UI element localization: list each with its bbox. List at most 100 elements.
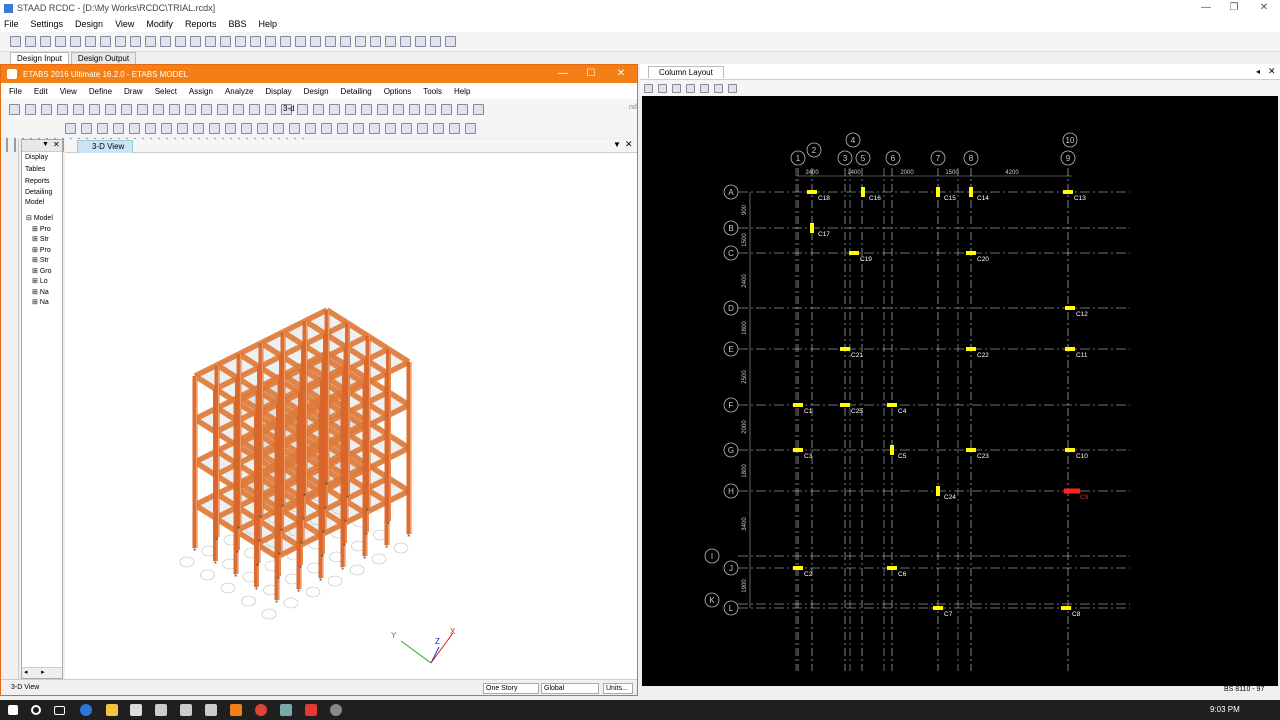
toolbar-tool-icon[interactable] xyxy=(310,36,321,47)
toolbar-tool-icon[interactable] xyxy=(41,103,52,115)
toolbar-tool-icon[interactable] xyxy=(417,122,428,134)
toolbar-tool-icon[interactable] xyxy=(137,103,148,115)
toolbar-tool-icon[interactable] xyxy=(305,122,316,134)
toolbar-tool-icon[interactable] xyxy=(249,103,260,115)
toolbar-tool-icon[interactable] xyxy=(400,36,411,47)
store-icon[interactable] xyxy=(130,704,142,716)
explorer-model[interactable]: Model xyxy=(25,198,62,208)
toolbar-tool-icon[interactable] xyxy=(193,122,204,134)
search-icon[interactable] xyxy=(31,705,41,715)
toolbar-tool-icon[interactable] xyxy=(209,122,220,134)
start-icon[interactable] xyxy=(8,705,18,715)
tree-node[interactable]: ⊞ Str xyxy=(32,235,62,246)
toolbar-tool-icon[interactable] xyxy=(355,36,366,47)
etabs-menu-tools[interactable]: Tools xyxy=(423,87,442,96)
toolbar-tool-icon[interactable] xyxy=(25,103,36,115)
tab-3d-view[interactable]: 3-D View xyxy=(77,140,134,153)
etabs-menu-define[interactable]: Define xyxy=(89,87,112,96)
etabs-menu-draw[interactable]: Draw xyxy=(124,87,143,96)
toolbar-tool-icon[interactable] xyxy=(169,103,180,115)
toolbar-tool-icon[interactable] xyxy=(425,103,436,115)
toolbar-tool-icon[interactable] xyxy=(25,36,36,47)
explorer-dropdown-icon[interactable]: ▼ xyxy=(42,141,49,148)
toolbar-tool-icon[interactable] xyxy=(241,122,252,134)
toolbar-tool-icon[interactable] xyxy=(9,103,20,115)
menu-modify[interactable]: Modify xyxy=(146,19,173,29)
etabs-menu-detailing[interactable]: Detailing xyxy=(341,87,372,96)
tab-design-input[interactable]: Design Input xyxy=(10,52,69,64)
toolbar-tool-icon[interactable] xyxy=(233,103,244,115)
toolbar-tool-icon[interactable] xyxy=(325,36,336,47)
toolbar-tool-icon[interactable] xyxy=(175,36,186,47)
etabs-menu-view[interactable]: View xyxy=(60,87,77,96)
etabs-menu-assign[interactable]: Assign xyxy=(189,87,213,96)
menu-design[interactable]: Design xyxy=(75,19,103,29)
tree-node[interactable]: ⊞ Na xyxy=(32,288,62,299)
toolbar-tool-icon[interactable] xyxy=(14,138,16,152)
toolbar-tool-icon[interactable] xyxy=(445,36,456,47)
tree-node[interactable]: ⊞ Pro xyxy=(32,225,62,236)
toolbar-tool-icon[interactable] xyxy=(457,103,468,115)
tree-root[interactable]: ⊟ Model xyxy=(26,214,62,225)
toolbar-tool-icon[interactable] xyxy=(70,36,81,47)
toolbar-tool-icon[interactable] xyxy=(185,103,196,115)
toolbar-tool-icon[interactable] xyxy=(370,36,381,47)
toolbar-tool-icon[interactable] xyxy=(65,122,76,134)
app-icon[interactable] xyxy=(155,704,167,716)
toolbar-tool-icon[interactable] xyxy=(55,36,66,47)
toolbar-tool-icon[interactable] xyxy=(377,103,388,115)
tab-design-output[interactable]: Design Output xyxy=(70,52,137,64)
menu-settings[interactable]: Settings xyxy=(31,19,64,29)
app-icon[interactable] xyxy=(180,704,192,716)
toolbar-tool-icon[interactable] xyxy=(121,103,132,115)
tree-node[interactable]: ⊞ Str xyxy=(32,256,62,267)
chrome-icon[interactable] xyxy=(255,704,267,716)
etabs-taskbar-icon[interactable] xyxy=(230,704,242,716)
toolbar-tool-icon[interactable] xyxy=(235,36,246,47)
etabs-menu-design[interactable]: Design xyxy=(304,87,329,96)
maximize-button[interactable]: ❐ xyxy=(1220,0,1248,16)
toolbar-tool-icon[interactable] xyxy=(130,36,141,47)
toolbar-tool-icon[interactable] xyxy=(393,103,404,115)
toolbar-tool-icon[interactable] xyxy=(220,36,231,47)
app-icon[interactable] xyxy=(205,704,217,716)
menu-file[interactable]: File xyxy=(4,19,19,29)
task-view-icon[interactable] xyxy=(54,706,65,715)
toolbar-tool-icon[interactable] xyxy=(430,36,441,47)
etabs-minimize-button[interactable]: — xyxy=(549,65,577,83)
menu-bbs[interactable]: BBS xyxy=(228,19,246,29)
view-close-icon[interactable]: ✕ xyxy=(625,139,633,150)
toolbar-tool-icon[interactable] xyxy=(225,122,236,134)
etabs-menu-select[interactable]: Select xyxy=(155,87,177,96)
toolbar-tool-icon[interactable] xyxy=(265,36,276,47)
toolbar-tool-icon[interactable] xyxy=(441,103,452,115)
tree-node[interactable]: ⊞ Pro xyxy=(32,246,62,257)
toolbar-tool-icon[interactable] xyxy=(273,122,284,134)
etabs-menu-options[interactable]: Options xyxy=(384,87,412,96)
explorer-display[interactable]: Display xyxy=(25,152,62,164)
toolbar-tool-icon[interactable] xyxy=(40,36,51,47)
toolbar-tool-icon[interactable] xyxy=(257,122,268,134)
units-button[interactable]: Units... xyxy=(603,683,633,694)
toolbar-tool-icon[interactable] xyxy=(295,36,306,47)
panel-close-icon[interactable]: ✕ xyxy=(1268,66,1276,77)
3d-view-button[interactable]: 3-d xyxy=(283,104,295,113)
tree-node[interactable]: ⊞ Na xyxy=(32,298,62,309)
file-explorer-icon[interactable] xyxy=(106,704,118,716)
tree-node[interactable]: ⊞ Lo xyxy=(32,277,62,288)
toolbar-tool-icon[interactable] xyxy=(672,83,681,93)
toolbar-tool-icon[interactable] xyxy=(145,36,156,47)
toolbar-tool-icon[interactable] xyxy=(153,103,164,115)
toolbar-tool-icon[interactable] xyxy=(321,122,332,134)
explorer-close-icon[interactable]: ✕ xyxy=(53,140,60,149)
etabs-menu-display[interactable]: Display xyxy=(265,87,291,96)
toolbar-tool-icon[interactable] xyxy=(129,122,140,134)
toolbar-tool-icon[interactable] xyxy=(201,103,212,115)
tree-node[interactable]: ⊞ Gro xyxy=(32,267,62,278)
toolbar-tool-icon[interactable] xyxy=(161,122,172,134)
app-icon[interactable] xyxy=(305,704,317,716)
toolbar-tool-icon[interactable] xyxy=(361,103,372,115)
toolbar-tool-icon[interactable] xyxy=(473,103,484,115)
toolbar-tool-icon[interactable] xyxy=(409,103,420,115)
toolbar-tool-icon[interactable] xyxy=(190,36,201,47)
